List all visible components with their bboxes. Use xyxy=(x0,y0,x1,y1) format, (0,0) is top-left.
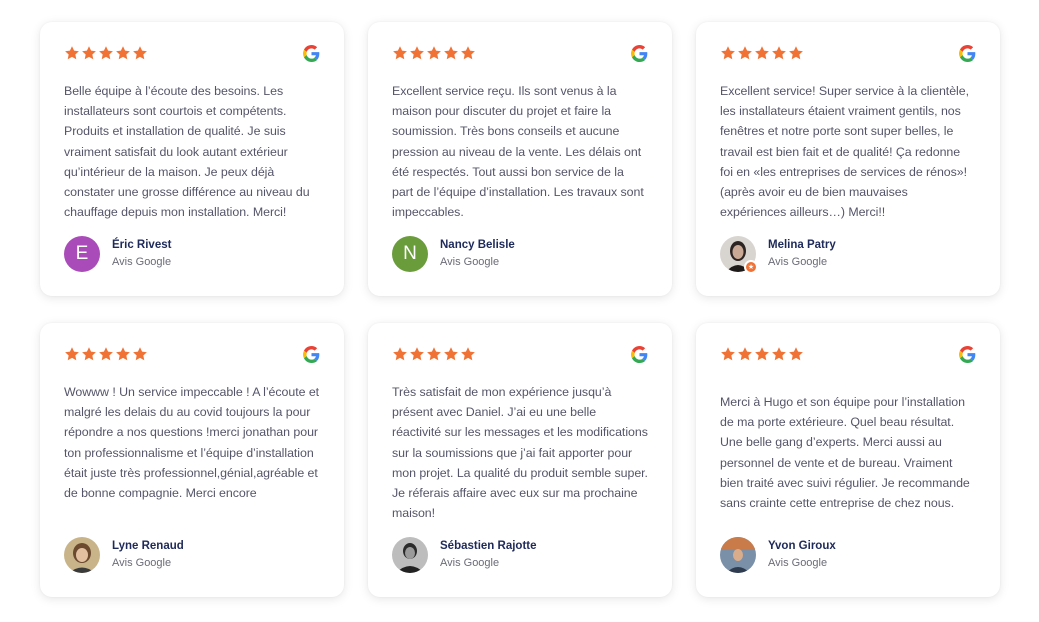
star-icon xyxy=(427,347,441,361)
star-icon xyxy=(444,46,458,60)
review-card: Belle équipe à l’écoute des besoins. Les… xyxy=(40,22,344,296)
review-author: Sébastien Rajotte Avis Google xyxy=(392,537,537,573)
review-source: Avis Google xyxy=(112,557,172,569)
star-icon xyxy=(133,46,147,60)
star-icon xyxy=(393,347,407,361)
review-text: Belle équipe à l’écoute des besoins. Les… xyxy=(64,84,310,220)
star-icon xyxy=(116,46,130,60)
google-icon xyxy=(303,44,320,62)
author-name: Éric Rivest xyxy=(112,239,172,251)
google-icon xyxy=(631,44,648,62)
star-icon xyxy=(755,46,769,60)
star-rating xyxy=(720,346,804,362)
google-icon xyxy=(303,345,320,363)
review-text: Wowww ! Un service impeccable ! A l’écou… xyxy=(64,385,320,501)
review-card: Excellent service! Super service à la cl… xyxy=(696,22,1000,296)
author-name: Yvon Giroux xyxy=(768,540,836,552)
review-author: Yvon Giroux Avis Google xyxy=(720,537,836,573)
review-author: Lyne Renaud Avis Google xyxy=(64,537,184,573)
review-card: Excellent service reçu. Ils sont venus à… xyxy=(368,22,672,296)
review-source: Avis Google xyxy=(768,557,828,569)
star-icon xyxy=(427,46,441,60)
star-icon xyxy=(82,347,96,361)
star-icon xyxy=(772,46,786,60)
star-icon xyxy=(410,46,424,60)
review-text: Excellent service! Super service à la cl… xyxy=(720,84,969,220)
author-name: Sébastien Rajotte xyxy=(440,540,537,552)
star-icon xyxy=(99,347,113,361)
review-source: Avis Google xyxy=(440,256,500,268)
star-rating xyxy=(392,346,476,362)
avatar xyxy=(392,537,428,573)
star-rating xyxy=(64,346,148,362)
review-author: ★ Melina Patry Avis Google xyxy=(720,236,836,274)
star-icon xyxy=(65,46,79,60)
review-card: Merci à Hugo et son équipe pour l’instal… xyxy=(696,323,1000,597)
review-text: Excellent service reçu. Ils sont venus à… xyxy=(392,84,644,220)
star-icon xyxy=(461,46,475,60)
star-rating xyxy=(392,45,476,61)
review-source: Avis Google xyxy=(768,256,828,268)
google-icon xyxy=(959,345,976,363)
star-icon xyxy=(65,347,79,361)
avatar: N xyxy=(392,236,428,272)
star-icon xyxy=(116,347,130,361)
local-guide-badge: ★ xyxy=(744,260,758,274)
review-card: Très satisfait de mon expérience jusqu’à… xyxy=(368,323,672,597)
avatar xyxy=(720,537,756,573)
review-card: Wowww ! Un service impeccable ! A l’écou… xyxy=(40,323,344,597)
star-icon xyxy=(461,347,475,361)
star-icon xyxy=(789,46,803,60)
star-icon xyxy=(755,347,769,361)
star-rating xyxy=(64,45,148,61)
star-icon xyxy=(738,347,752,361)
star-icon xyxy=(721,347,735,361)
avatar: ★ xyxy=(720,236,758,274)
star-icon xyxy=(721,46,735,60)
star-icon xyxy=(444,347,458,361)
star-icon xyxy=(410,347,424,361)
review-author: N Nancy Belisle Avis Google xyxy=(392,236,515,272)
star-icon xyxy=(738,46,752,60)
author-name: Nancy Belisle xyxy=(440,239,515,251)
star-icon xyxy=(789,347,803,361)
avatar: E xyxy=(64,236,100,272)
review-author: E Éric Rivest Avis Google xyxy=(64,236,171,272)
star-icon xyxy=(133,347,147,361)
review-source: Avis Google xyxy=(440,557,500,569)
review-source: Avis Google xyxy=(112,256,172,268)
google-icon xyxy=(959,44,976,62)
star-rating xyxy=(720,45,804,61)
star-icon xyxy=(393,46,407,60)
star-icon xyxy=(82,46,96,60)
review-text: Merci à Hugo et son équipe pour l’instal… xyxy=(720,395,970,511)
avatar xyxy=(64,537,100,573)
author-name: Lyne Renaud xyxy=(112,540,184,552)
author-name: Melina Patry xyxy=(768,239,836,251)
star-icon xyxy=(772,347,786,361)
review-text: Très satisfait de mon expérience jusqu’à… xyxy=(392,385,648,521)
star-icon xyxy=(99,46,113,60)
google-icon xyxy=(631,345,648,363)
